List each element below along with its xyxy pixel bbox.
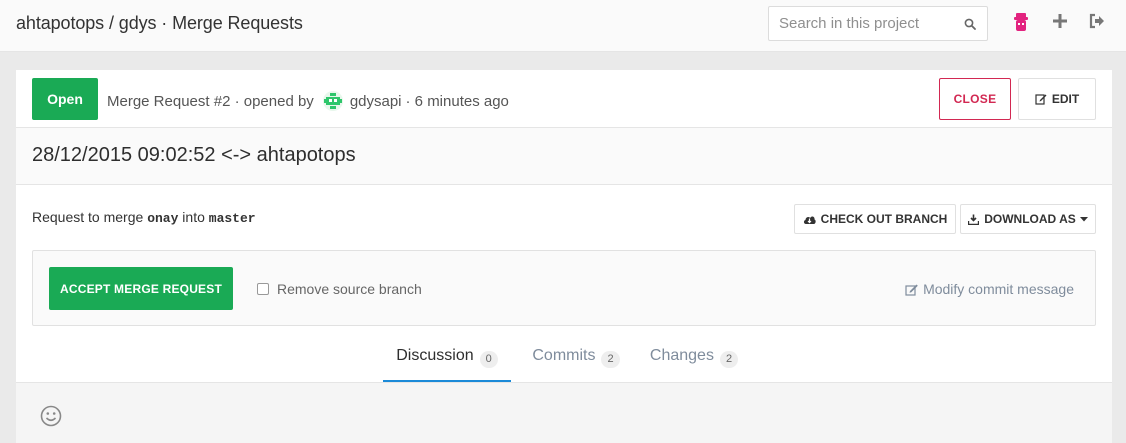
request-into: into (182, 209, 205, 225)
mr-meta: Merge Request #2 · opened by gdysapi · 6… (107, 90, 509, 112)
sign-out-icon[interactable] (1088, 12, 1108, 32)
merge-request-branches: Request to merge onay into master (32, 209, 256, 226)
modify-commit-message-link[interactable]: Modify commit message (905, 281, 1074, 297)
download-icon (968, 214, 980, 225)
search-input[interactable] (769, 7, 955, 40)
checkout-label: CHECK OUT BRANCH (820, 212, 948, 226)
search-icon[interactable] (964, 17, 976, 35)
accept-merge-request-button[interactable]: ACCEPT MERGE REQUEST (49, 267, 233, 310)
author-link[interactable]: gdysapi (350, 93, 402, 110)
tab-discussion[interactable]: Discussion 0 (383, 340, 511, 382)
check-out-branch-button[interactable]: CHECK OUT BRANCH (794, 204, 956, 234)
user-avatar-icon[interactable] (1011, 12, 1031, 32)
tab-label: Commits (532, 347, 596, 364)
edit-label: EDIT (1051, 92, 1080, 106)
merge-request-panel: Open Merge Request #2 · opened by gdysap… (16, 70, 1112, 443)
edit-icon (1035, 94, 1047, 105)
smiley-icon[interactable] (40, 405, 62, 432)
edit-button[interactable]: EDIT (1018, 78, 1096, 120)
title-bar: 28/12/2015 09:02:52 <-> ahtapotops (16, 128, 1112, 185)
status-badge: Open (32, 78, 98, 120)
top-header: ahtapotops / gdys · Merge Requests (0, 0, 1126, 52)
tab-count-badge: 2 (601, 351, 620, 368)
edit-icon (905, 284, 918, 296)
tab-count-badge: 2 (719, 351, 739, 368)
modify-commit-label[interactable]: Modify commit message (923, 281, 1074, 297)
tab-count-badge: 0 (479, 351, 498, 368)
download-as-dropdown[interactable]: DOWNLOAD AS (960, 204, 1096, 234)
download-label: DOWNLOAD AS (984, 212, 1076, 226)
remove-source-branch-label[interactable]: Remove source branch (277, 281, 422, 297)
search-box[interactable] (768, 6, 988, 41)
mr-meta-prefix: Merge Request #2 · opened by (107, 92, 314, 110)
source-branch: onay (147, 211, 179, 226)
caret-down-icon (1079, 216, 1088, 221)
mr-meta-suffix: · 6 minutes ago (405, 92, 509, 110)
merge-widget: ACCEPT MERGE REQUEST Remove source branc… (32, 250, 1096, 326)
tab-commits[interactable]: Commits 2 (521, 340, 631, 382)
tab-label: Changes (649, 347, 714, 364)
page-title: ahtapotops / gdys · Merge Requests (16, 13, 303, 33)
mr-title: 28/12/2015 09:02:52 <-> ahtapotops (32, 144, 356, 166)
close-button[interactable]: CLOSE (939, 78, 1011, 120)
tab-changes[interactable]: Changes 2 (640, 340, 748, 382)
mr-tabs: Discussion 0 Commits 2 Changes 2 (16, 340, 1112, 382)
avatar[interactable] (322, 90, 344, 112)
remove-source-branch-option[interactable]: Remove source branch (257, 281, 422, 297)
remove-source-branch-checkbox[interactable] (257, 283, 269, 295)
plus-icon[interactable] (1051, 12, 1071, 32)
discussion-area (16, 382, 1112, 443)
target-branch: master (208, 211, 256, 226)
request-prefix: Request to merge (32, 209, 144, 225)
cloud-download-icon (803, 215, 816, 224)
mr-header: Open Merge Request #2 · opened by gdysap… (16, 70, 1112, 128)
tab-label: Discussion (396, 347, 474, 364)
